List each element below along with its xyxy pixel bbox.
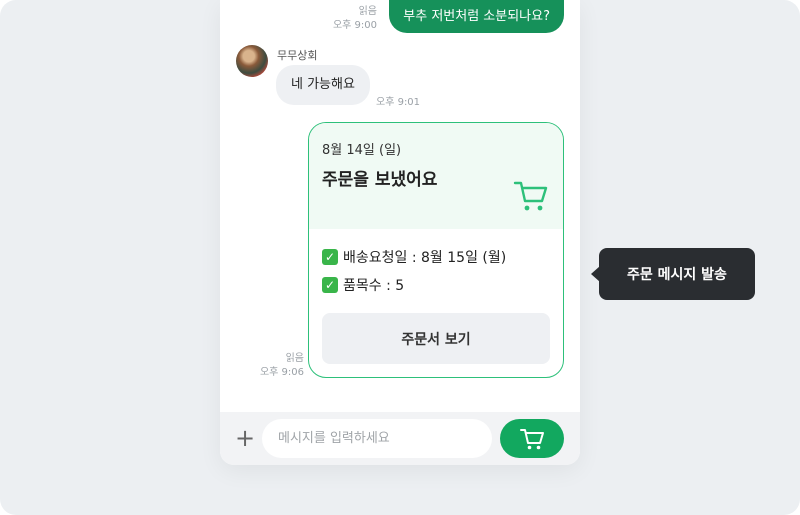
avatar[interactable] — [236, 45, 268, 77]
order-date: 8월 14일 (일) — [322, 143, 402, 158]
tooltip: 주문 메시지 발송 — [599, 248, 755, 300]
check-icon: ✓ — [322, 277, 338, 293]
read-receipt: 읽음 — [358, 6, 377, 17]
order-title: 주문을 보냈어요 — [322, 170, 438, 190]
check-icon: ✓ — [322, 249, 338, 265]
sent-message-bubble[interactable]: 부추 저번처럼 소분되나요? — [389, 0, 564, 33]
sender-name: 무무상회 — [277, 49, 318, 62]
message-input[interactable] — [262, 419, 492, 458]
delivery-request-line: ✓ 배송요청일 : 8월 15일 (월) — [322, 247, 506, 267]
received-message-text: 네 가능해요 — [291, 77, 355, 92]
received-message-bubble[interactable]: 네 가능해요 — [276, 65, 370, 105]
send-order-button[interactable] — [500, 419, 564, 458]
message-time: 오후 9:00 — [332, 20, 377, 31]
sent-message-text: 부추 저번처럼 소분되나요? — [403, 9, 550, 24]
tooltip-text: 주문 메시지 발송 — [627, 267, 727, 283]
chat-window: 읽음 오후 9:00 부추 저번처럼 소분되나요? 무무상회 네 가능해요 오후… — [220, 0, 580, 465]
item-count-text: 품목수 : 5 — [343, 278, 405, 294]
sent-message-meta: 읽음 오후 9:00 — [333, 5, 377, 33]
order-card-header: 8월 14일 (일) 주문을 보냈어요 — [309, 123, 563, 229]
view-order-button[interactable]: 주문서 보기 — [322, 313, 550, 364]
item-count-line: ✓ 품목수 : 5 — [322, 275, 404, 295]
cart-icon — [513, 181, 548, 211]
order-message-card[interactable]: 8월 14일 (일) 주문을 보냈어요 ✓ 배송요청일 : 8월 15일 (월)… — [308, 122, 564, 378]
message-time: 오후 9:06 — [259, 367, 304, 378]
message-time: 오후 9:01 — [376, 97, 421, 108]
order-message-meta: 읽음 오후 9:06 — [250, 352, 304, 380]
cart-icon — [520, 428, 544, 449]
plus-icon[interactable]: + — [234, 426, 256, 450]
delivery-request-text: 배송요청일 : 8월 15일 (월) — [343, 250, 507, 266]
message-input-bar: + — [220, 412, 580, 465]
read-receipt: 읽음 — [285, 353, 304, 364]
